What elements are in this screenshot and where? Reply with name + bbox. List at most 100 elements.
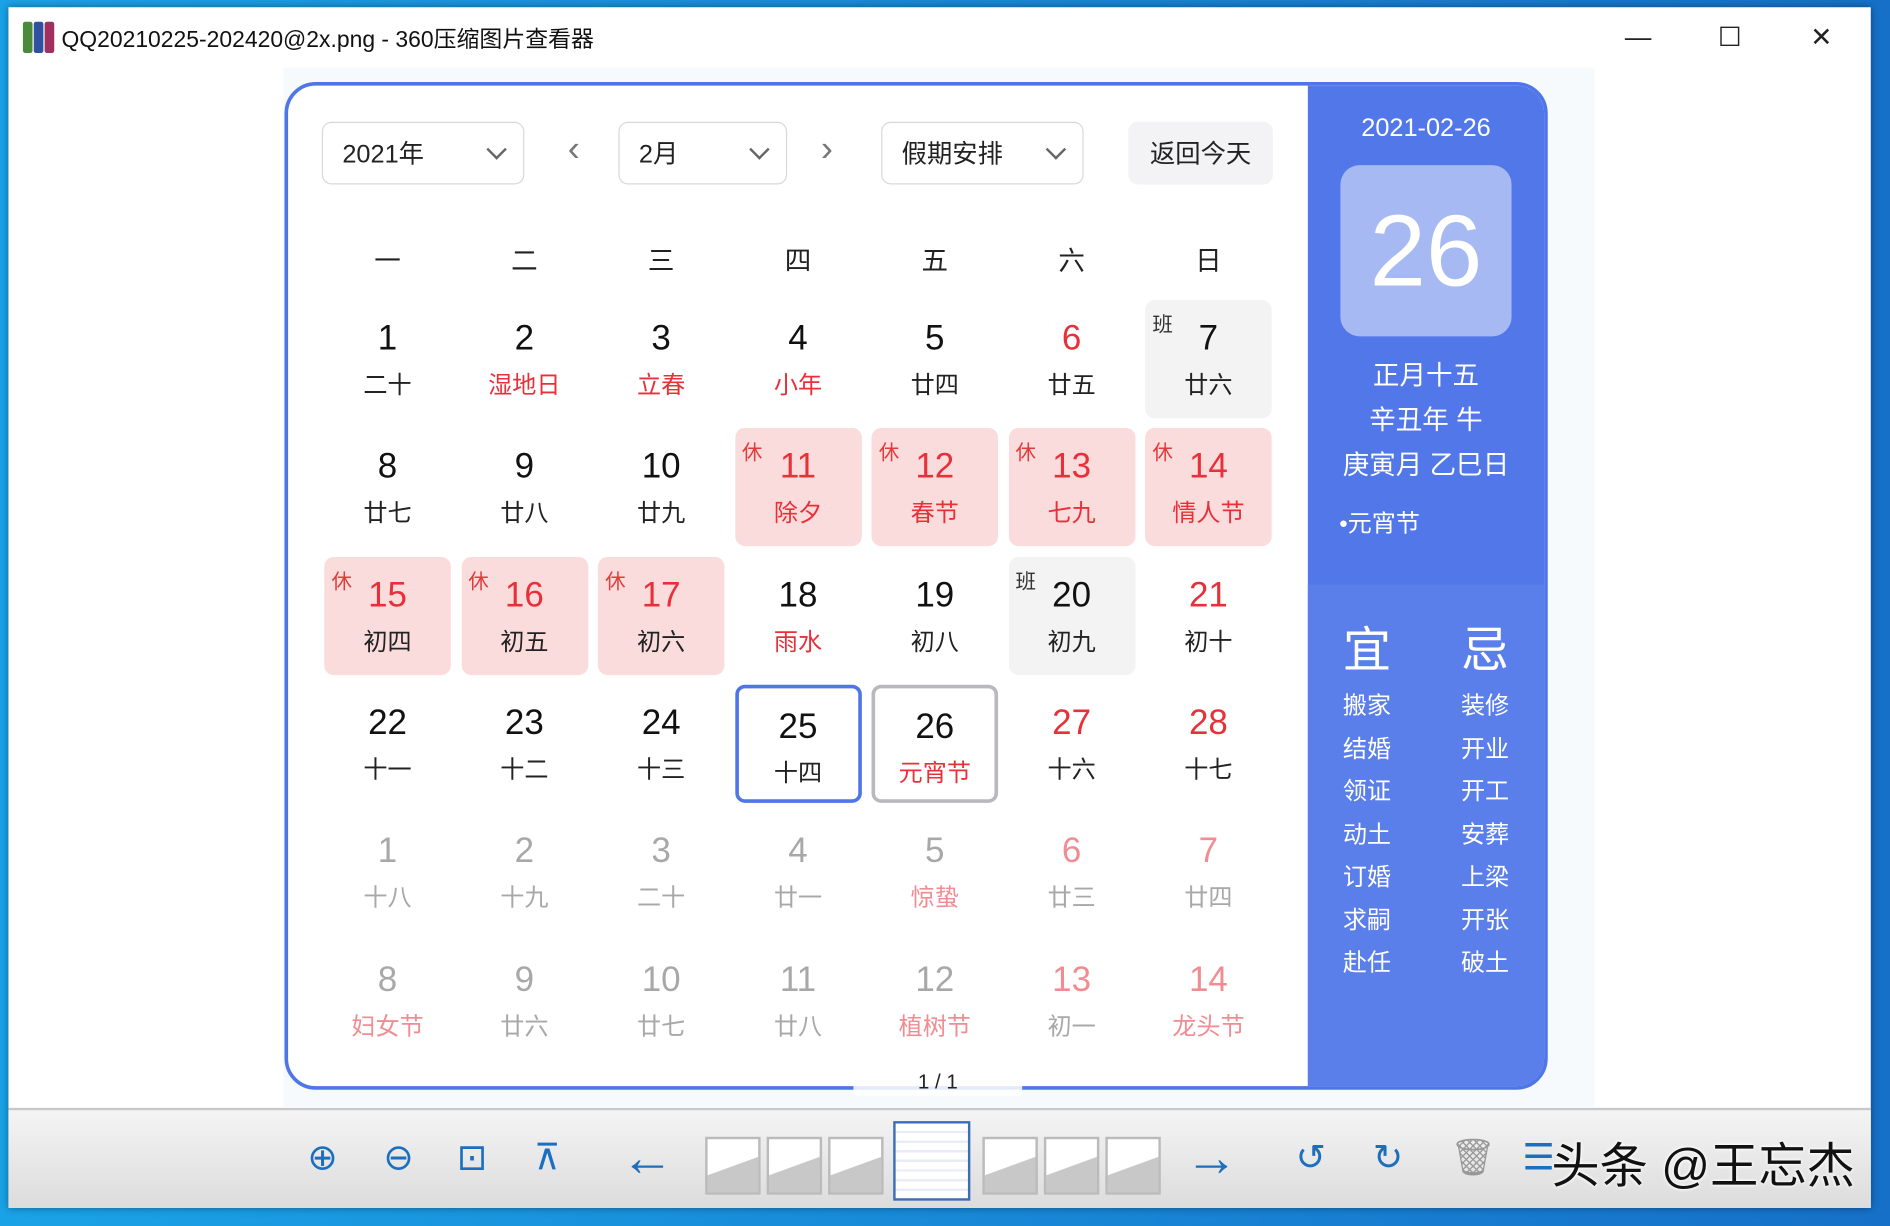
day-cell[interactable]: 休 17 初六 <box>597 556 725 675</box>
day-number: 5 <box>925 832 945 871</box>
day-cell[interactable]: 5 惊蛰 <box>872 813 999 931</box>
day-number: 21 <box>1188 575 1228 615</box>
delete-icon[interactable]: 🗑 <box>1450 1134 1496 1182</box>
yi-title: 宜 <box>1342 624 1392 678</box>
day-cell[interactable]: 28 十七 <box>1145 685 1272 803</box>
minimize-button[interactable]: — <box>1592 7 1684 67</box>
day-cell[interactable]: 休 11 除夕 <box>734 428 862 547</box>
day-number: 20 <box>1052 575 1092 615</box>
holiday-select[interactable]: 假期安排 <box>881 121 1084 185</box>
lunar-label: 除夕 <box>773 500 823 528</box>
lunar-label: 湿地日 <box>488 372 561 400</box>
bottom-toolbar: ⊕ ⊖ ⊡ ⊼ ← → ↺ ↻ 🗑 ☰ 头条 @王忘杰 <box>8 1107 1871 1208</box>
day-cell[interactable]: 2 湿地日 <box>461 300 588 418</box>
day-cell[interactable]: 8 妇女节 <box>324 941 451 1059</box>
maximize-button[interactable]: ☐ <box>1684 7 1776 67</box>
yi-item: 结婚 <box>1342 735 1392 763</box>
back-to-today-button[interactable]: 返回今天 <box>1128 121 1273 185</box>
day-cell[interactable]: 班 7 廿六 <box>1145 300 1272 419</box>
month-select[interactable]: 2月 <box>618 121 788 185</box>
ji-item: 开工 <box>1460 778 1510 806</box>
day-cell[interactable]: 休 15 初四 <box>324 556 451 675</box>
day-cell[interactable]: 休 16 初五 <box>461 556 588 675</box>
lunar-label: 廿六 <box>1184 372 1233 400</box>
day-cell[interactable]: 9 廿八 <box>461 428 588 546</box>
day-cell[interactable]: 25 十四 <box>734 684 862 803</box>
lunar-label: 元宵节 <box>898 760 971 788</box>
ji-item: 装修 <box>1460 693 1510 720</box>
day-number: 6 <box>1061 832 1082 871</box>
day-cell[interactable]: 3 二十 <box>598 813 725 931</box>
day-cell[interactable]: 5 廿四 <box>872 300 999 418</box>
next-month-button[interactable]: › <box>821 129 833 170</box>
day-cell[interactable]: 6 廿五 <box>1008 300 1135 418</box>
day-cell[interactable]: 9 廿六 <box>461 941 588 1059</box>
day-cell[interactable]: 休 14 情人节 <box>1145 428 1272 547</box>
zoom-in-icon[interactable]: ⊕ <box>307 1134 337 1182</box>
yi-item: 动土 <box>1342 821 1392 849</box>
day-cell[interactable]: 26 元宵节 <box>871 684 999 803</box>
ji-list: 忌装修 开业 开工 安葬 上梁 开张 破土 <box>1461 611 1509 1086</box>
thumbnail[interactable] <box>1105 1136 1161 1195</box>
rotate-right-icon[interactable]: ↻ <box>1373 1134 1403 1182</box>
day-cell[interactable]: 10 廿九 <box>598 428 725 546</box>
day-cell[interactable]: 8 廿七 <box>324 428 451 546</box>
day-number: 27 <box>1052 703 1092 743</box>
day-cell[interactable]: 21 初十 <box>1145 556 1272 674</box>
lunar-label: 初十 <box>1184 628 1233 656</box>
day-cell[interactable]: 1 二十 <box>324 300 451 418</box>
lunar-label: 廿四 <box>1184 885 1233 912</box>
fit-icon[interactable]: ⊡ <box>457 1134 487 1182</box>
thumbnail[interactable] <box>705 1136 761 1195</box>
lunar-label: 初六 <box>637 628 686 656</box>
next-image-button[interactable]: → <box>1185 1131 1238 1184</box>
menu-icon[interactable]: ☰ <box>1522 1134 1554 1182</box>
slideshow-icon[interactable]: ⊼ <box>534 1134 560 1182</box>
day-number: 9 <box>514 960 535 999</box>
prev-month-button[interactable]: ‹ <box>568 129 580 170</box>
day-number: 13 <box>1052 960 1092 999</box>
weekday-header: 日 <box>1195 245 1222 277</box>
day-cell[interactable]: 13 初一 <box>1008 941 1135 1059</box>
day-cell[interactable]: 12 植树节 <box>872 941 999 1059</box>
day-cell[interactable]: 10 廿七 <box>598 941 725 1059</box>
lunar-date: 正月十五 <box>1372 360 1480 391</box>
day-cell[interactable]: 班 20 初九 <box>1008 556 1135 675</box>
thumbnail[interactable] <box>1043 1136 1100 1195</box>
day-cell[interactable]: 7 廿四 <box>1145 813 1272 931</box>
day-cell[interactable]: 4 廿一 <box>735 813 862 931</box>
lunar-label: 廿三 <box>1047 885 1096 912</box>
day-cell[interactable]: 2 十九 <box>461 813 588 931</box>
day-cell[interactable]: 1 十八 <box>324 813 451 931</box>
day-cell[interactable]: 27 十六 <box>1008 685 1135 803</box>
day-cell[interactable]: 11 廿八 <box>735 941 862 1059</box>
thumbnail-current[interactable] <box>893 1121 971 1201</box>
thumbnail[interactable] <box>828 1136 884 1195</box>
prev-image-button[interactable]: ← <box>621 1131 674 1184</box>
rotate-left-icon[interactable]: ↺ <box>1296 1134 1326 1182</box>
close-button[interactable]: ✕ <box>1776 7 1868 67</box>
day-number: 28 <box>1188 703 1228 743</box>
lunar-label: 二十 <box>637 885 686 912</box>
day-cell[interactable]: 14 龙头节 <box>1145 941 1272 1059</box>
day-cell[interactable]: 18 雨水 <box>735 556 862 674</box>
day-cell[interactable]: 4 小年 <box>735 300 862 418</box>
thumbnail[interactable] <box>766 1136 823 1195</box>
year-select[interactable]: 2021年 <box>321 121 525 185</box>
zoom-out-icon[interactable]: ⊖ <box>383 1134 413 1182</box>
day-cell[interactable]: 23 十二 <box>461 685 588 803</box>
day-number: 26 <box>915 707 955 747</box>
day-number: 7 <box>1198 832 1219 871</box>
day-cell[interactable]: 6 廿三 <box>1008 813 1135 931</box>
lunar-label: 廿八 <box>773 1013 823 1040</box>
day-cell[interactable]: 休 12 春节 <box>871 428 999 547</box>
day-cell[interactable]: 24 十三 <box>598 685 725 803</box>
day-number: 25 <box>778 707 818 747</box>
day-cell[interactable]: 22 十一 <box>324 685 451 803</box>
day-cell[interactable]: 休 13 七九 <box>1008 428 1135 547</box>
day-cell[interactable]: 19 初八 <box>872 556 999 674</box>
festival: •元宵节 <box>1339 511 1420 538</box>
day-number: 8 <box>377 960 398 999</box>
thumbnail[interactable] <box>982 1136 1038 1195</box>
day-cell[interactable]: 3 立春 <box>598 300 725 418</box>
